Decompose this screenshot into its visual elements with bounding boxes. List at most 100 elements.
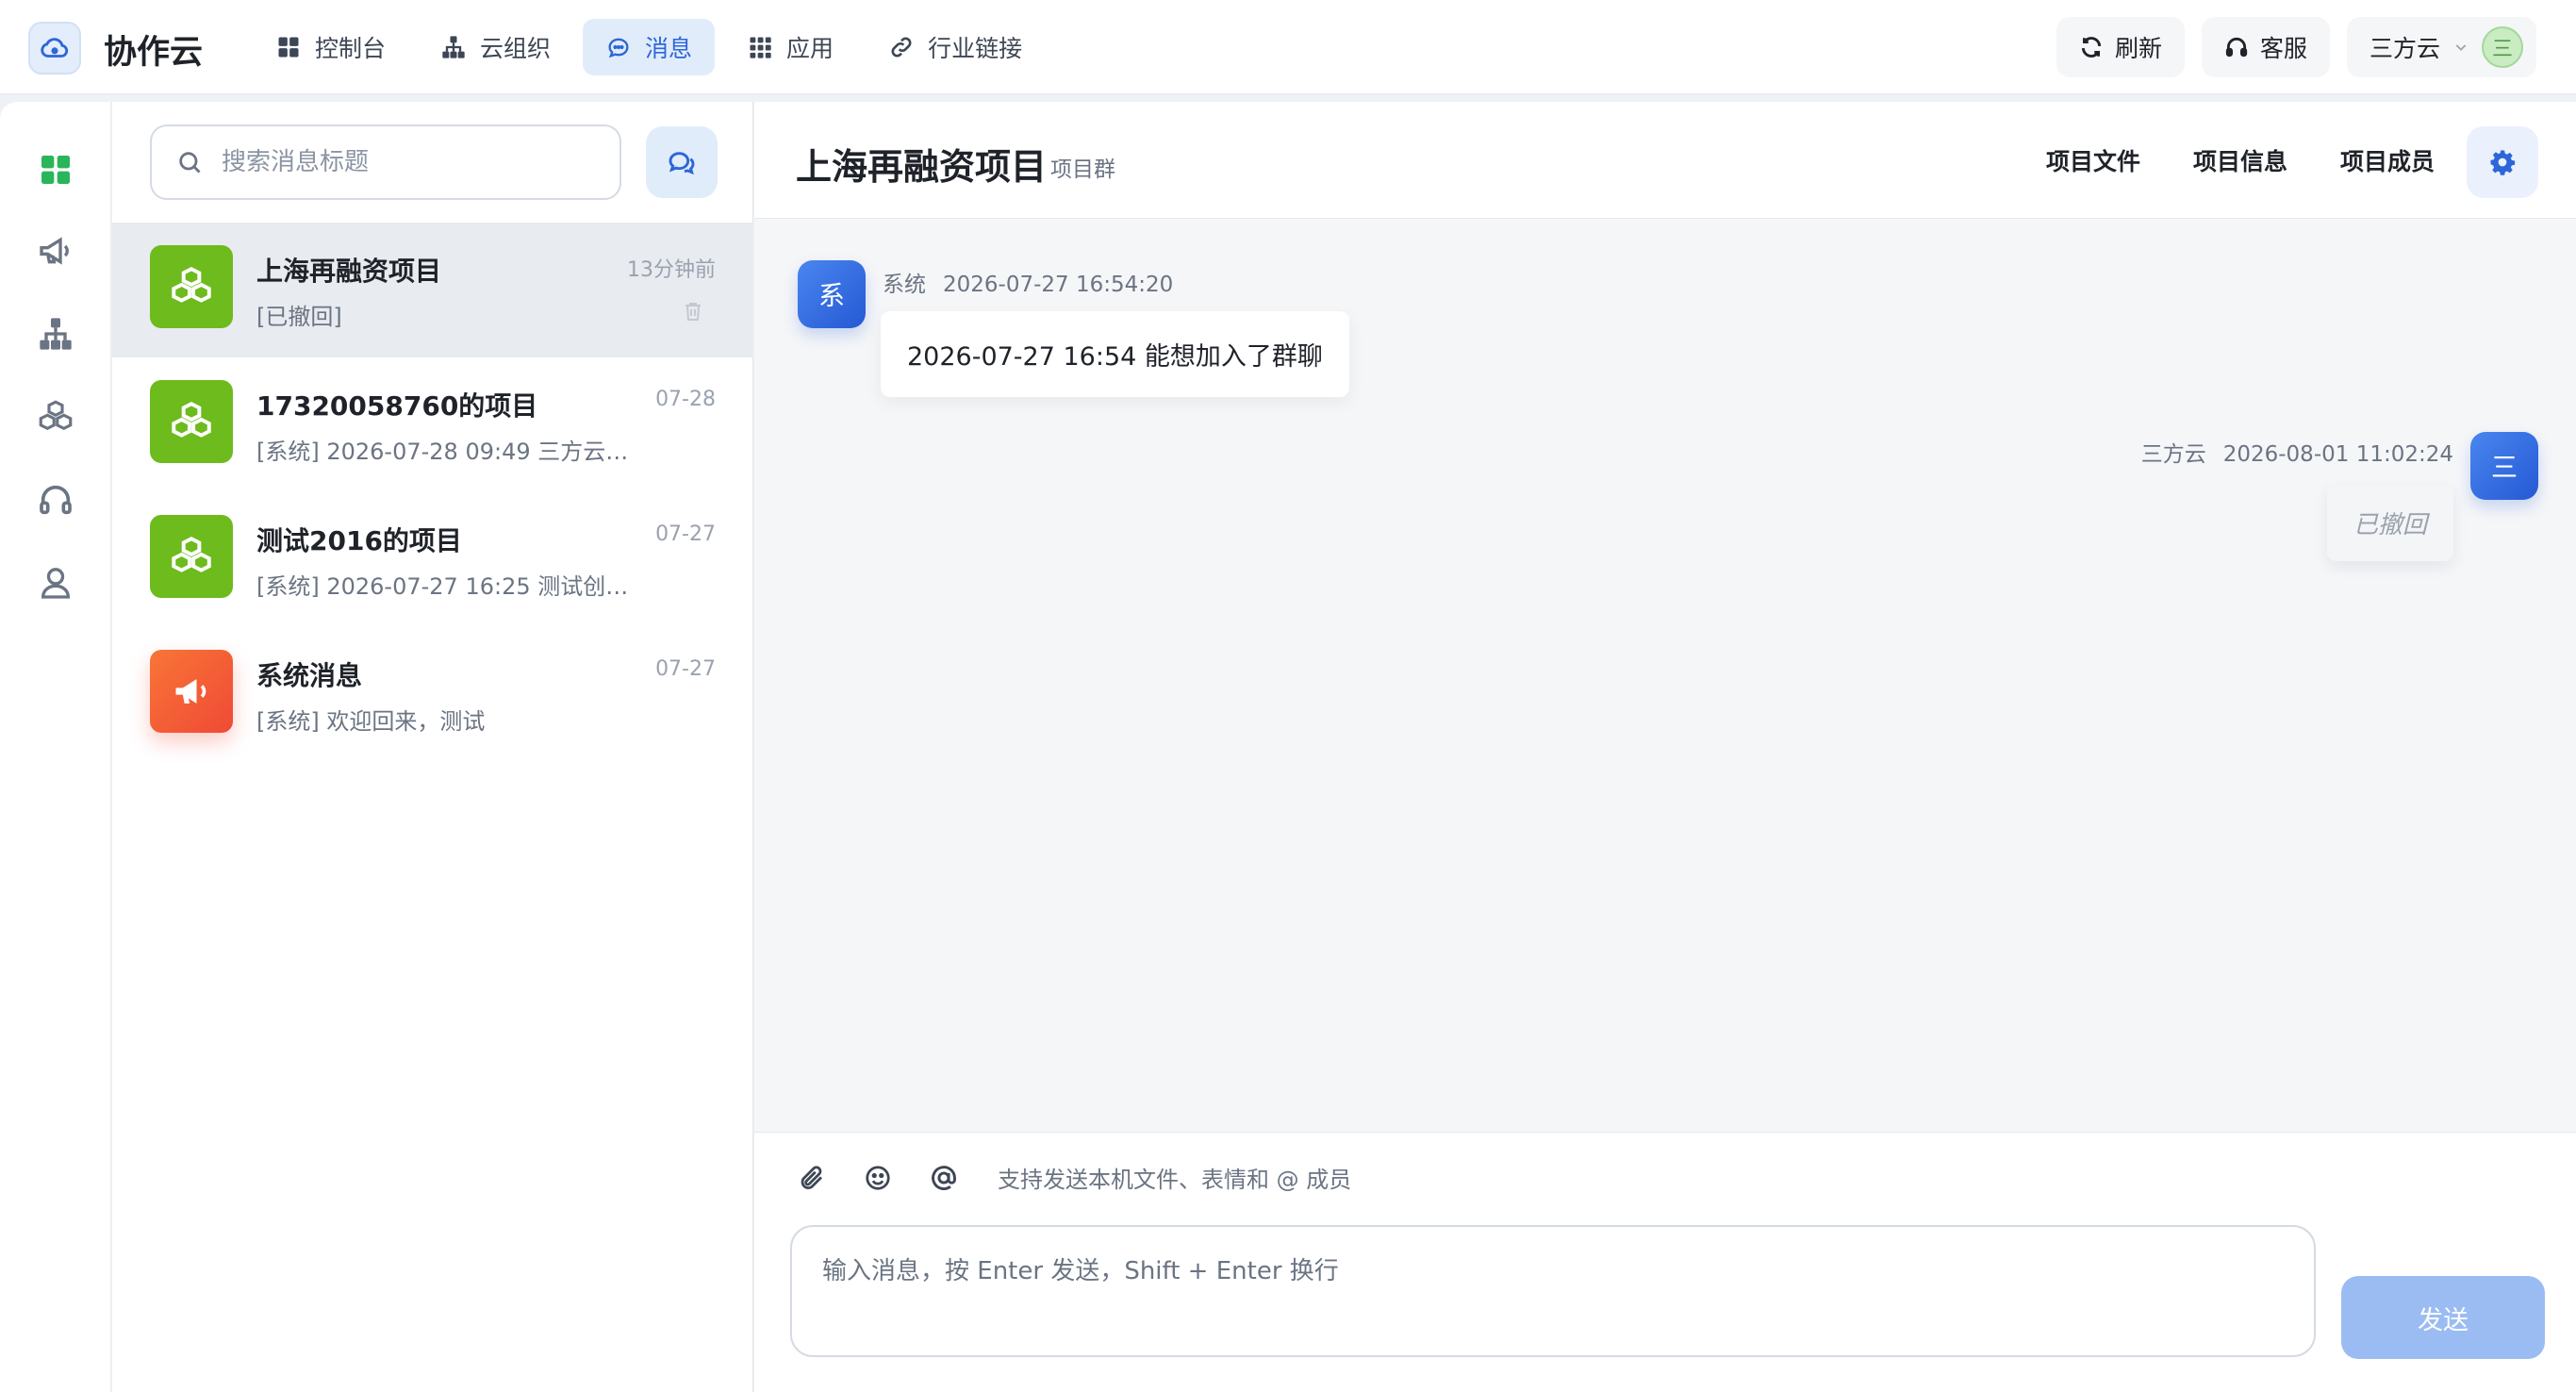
search-box	[150, 124, 621, 200]
message-bubble[interactable]: 2026-07-27 16:54 能想加入了群聊	[881, 311, 1349, 397]
system-message-avatar	[150, 650, 233, 733]
app-logo[interactable]	[28, 22, 81, 75]
conversation-title: 系统消息	[256, 660, 363, 691]
support-label: 客服	[2259, 35, 2307, 62]
sender-avatar[interactable]: 系	[798, 260, 866, 328]
search-icon	[179, 152, 201, 174]
cubes-icon	[172, 537, 211, 572]
conversation-title: 上海再融资项目	[256, 256, 442, 287]
mention-button[interactable]	[928, 1162, 960, 1194]
rail-item-dashboard[interactable]	[29, 143, 82, 196]
link-icon	[891, 37, 912, 58]
user-icon	[41, 568, 71, 599]
support-button[interactable]: 客服	[2201, 17, 2330, 77]
project-group-avatar	[150, 380, 233, 463]
rail-item-organization[interactable]	[29, 307, 82, 360]
cubes-icon	[172, 402, 211, 438]
conversation-item[interactable]: 上海再融资项目 [已撤回] 13分钟前	[112, 223, 753, 357]
nav-item-industry-link[interactable]: 行业链接	[866, 19, 1045, 75]
delete-conversation-button[interactable]	[682, 300, 704, 323]
nav-item-apps[interactable]: 应用	[724, 19, 856, 75]
main-nav: 控制台 云组织 消息 应用 行业链接	[253, 19, 1045, 75]
composer-toolbar: 支持发送本机文件、表情和 @ 成员	[796, 1161, 1351, 1194]
conversation-preview: [系统] 欢迎回来，测试	[256, 708, 486, 735]
nav-label: 云组织	[480, 35, 552, 62]
message-meta: 三方云 2026-08-01 11:02:24	[2141, 436, 2453, 468]
gear-icon	[2490, 150, 2516, 175]
project-files-link[interactable]: 项目文件	[2046, 143, 2140, 177]
nav-item-messages[interactable]: 消息	[583, 19, 716, 75]
user-avatar: 三	[2482, 26, 2523, 68]
attach-file-button[interactable]	[796, 1162, 828, 1194]
message-time: 2026-07-27 16:54:20	[943, 273, 1174, 297]
conversation-item[interactable]: 系统消息 [系统] 欢迎回来，测试 07-27	[112, 627, 753, 762]
chat-bubble-icon	[608, 38, 629, 58]
apps-grid-icon	[750, 37, 771, 58]
refresh-label: 刷新	[2114, 35, 2162, 62]
smiley-icon	[866, 1165, 890, 1190]
conversation-item[interactable]: 17320058760的项目 [系统] 2026-07-28 09:49 三方云…	[112, 357, 753, 492]
conversation-panel: 上海再融资项目 [已撤回] 13分钟前 17320058760的项目 [系统] …	[112, 102, 753, 1392]
recalled-message-bubble[interactable]: 已撤回	[2326, 485, 2453, 561]
paperclip-icon	[801, 1165, 822, 1189]
chat-title: 上海再融资项目	[796, 146, 1048, 188]
cubes-icon	[39, 400, 73, 431]
chat-bubbles-icon	[669, 152, 695, 175]
conversation-preview: [系统] 2026-07-27 16:25 测试创建了项目群	[256, 573, 645, 600]
nav-label: 应用	[786, 35, 834, 62]
conversation-preview: [系统] 2026-07-28 09:49 三方云加入了群聊	[256, 439, 645, 465]
project-group-avatar	[150, 515, 233, 598]
nav-label: 行业链接	[928, 35, 1023, 62]
sender-avatar[interactable]: 三	[2470, 432, 2538, 500]
message-input[interactable]	[790, 1225, 2316, 1357]
conversation-time: 07-27	[655, 657, 716, 681]
send-button[interactable]: 发送	[2341, 1276, 2545, 1359]
chat-header-links: 项目文件 项目信息 项目成员	[2046, 143, 2435, 177]
nav-label: 消息	[645, 35, 693, 62]
trash-icon	[685, 303, 701, 321]
at-sign-icon	[932, 1165, 956, 1190]
message-composer: 支持发送本机文件、表情和 @ 成员 发送	[754, 1132, 2576, 1392]
rail-item-support[interactable]	[29, 473, 82, 526]
conversation-list: 上海再融资项目 [已撤回] 13分钟前 17320058760的项目 [系统] …	[112, 223, 753, 762]
refresh-button[interactable]: 刷新	[2056, 17, 2185, 77]
chat-settings-button[interactable]	[2467, 126, 2538, 198]
emoji-button[interactable]	[862, 1162, 894, 1194]
org-chart-icon	[442, 36, 465, 58]
megaphone-icon	[175, 679, 206, 704]
nav-label: 控制台	[315, 35, 387, 62]
conversation-time: 07-28	[655, 388, 716, 411]
headset-icon	[40, 485, 72, 515]
conversation-title: 17320058760的项目	[256, 390, 538, 422]
rail-item-profile[interactable]	[29, 556, 82, 609]
new-conversation-button[interactable]	[646, 126, 718, 198]
icon-rail	[0, 102, 111, 1392]
composer-hint: 支持发送本机文件、表情和 @ 成员	[998, 1167, 1352, 1193]
cloud-logo-icon	[41, 38, 69, 58]
message-meta: 系统 2026-07-27 16:54:20	[883, 266, 1173, 298]
project-info-link[interactable]: 项目信息	[2193, 143, 2287, 177]
conversation-time: 13分钟前	[627, 258, 716, 282]
search-input[interactable]	[222, 148, 599, 176]
megaphone-icon	[40, 237, 69, 265]
nav-item-dashboard[interactable]: 控制台	[253, 19, 408, 75]
conversation-item[interactable]: 测试2016的项目 [系统] 2026-07-27 16:25 测试创建了项目群…	[112, 492, 753, 627]
user-menu-button[interactable]: 三方云 三	[2346, 17, 2536, 77]
grid-icon	[278, 37, 299, 58]
headset-icon	[2225, 37, 2248, 58]
nav-item-cloud-org[interactable]: 云组织	[418, 19, 573, 75]
project-members-link[interactable]: 项目成员	[2340, 143, 2435, 177]
refresh-icon	[2081, 37, 2102, 58]
message-sender: 三方云	[2140, 442, 2206, 467]
project-group-avatar	[150, 245, 233, 328]
rail-item-projects[interactable]	[29, 390, 82, 443]
user-name: 三方云	[2369, 35, 2440, 62]
dashboard-icon	[41, 156, 70, 184]
message-time: 2026-08-01 11:02:24	[2222, 442, 2453, 467]
org-chart-icon	[40, 318, 72, 350]
app-name: 协作云	[104, 34, 204, 72]
rail-item-announcements[interactable]	[29, 224, 82, 277]
chevron-down-icon	[2455, 44, 2467, 51]
message-sender: 系统	[883, 273, 926, 297]
conversation-preview: [已撤回]	[256, 304, 342, 330]
